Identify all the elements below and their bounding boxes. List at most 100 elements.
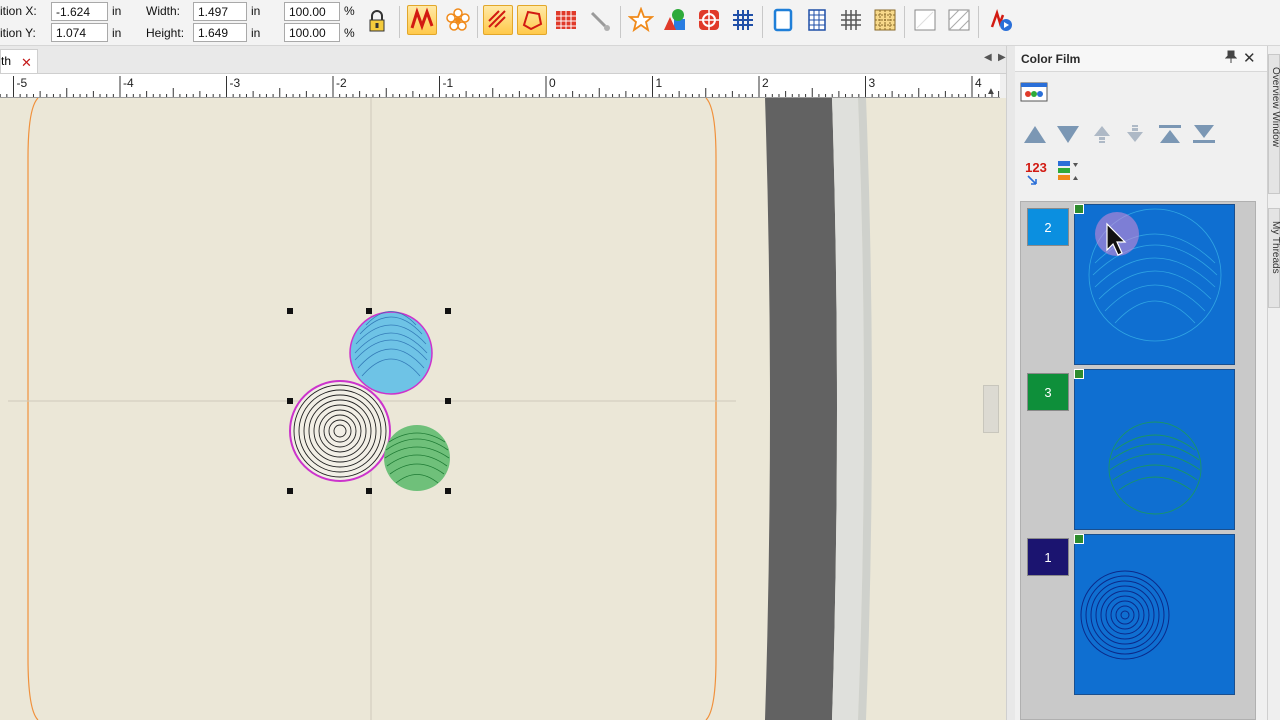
hash-grid-button[interactable] bbox=[836, 5, 866, 35]
toolbar: ition X: in ition Y: in Width: in Height… bbox=[0, 0, 1280, 46]
color-palette-button[interactable] bbox=[1020, 80, 1048, 104]
ruler-label: -5 bbox=[17, 76, 28, 90]
film-item-1[interactable]: 1 bbox=[1021, 534, 1257, 699]
connector-tool-button[interactable] bbox=[585, 5, 615, 35]
scale-width-unit: % bbox=[344, 4, 355, 18]
position-x-field[interactable] bbox=[51, 2, 108, 21]
grid-fill-button[interactable] bbox=[551, 5, 581, 35]
ruler-label: 2 bbox=[762, 76, 769, 90]
ruler-label: -2 bbox=[336, 76, 347, 90]
order-label: 123 bbox=[1025, 160, 1047, 175]
blank-texture-button[interactable] bbox=[910, 5, 940, 35]
position-x-unit: in bbox=[112, 4, 122, 18]
selected-marker-icon bbox=[1074, 369, 1084, 379]
vertical-scrollbar-thumb[interactable] bbox=[983, 385, 999, 433]
side-tab-overview-window[interactable]: Overview Window bbox=[1268, 54, 1280, 194]
close-tab-icon[interactable]: ✕ bbox=[21, 55, 32, 71]
height-field[interactable] bbox=[193, 23, 247, 42]
tab-scroll-right-icon[interactable]: ▶ bbox=[998, 52, 1006, 63]
ruler-label: -1 bbox=[443, 76, 454, 90]
crosshatch-icon bbox=[733, 10, 753, 30]
panel-header: Color Film ✕ bbox=[1015, 46, 1267, 72]
toolbar-separator bbox=[399, 6, 400, 38]
blank-texture-icon bbox=[914, 9, 936, 31]
color-film-panel: Color Film ✕ 123 2 3 1 bbox=[1015, 46, 1267, 720]
width-field[interactable] bbox=[193, 2, 247, 21]
sort-by-color-button[interactable] bbox=[1053, 158, 1083, 188]
film-thumbnail-1 bbox=[1074, 534, 1235, 695]
side-tab-my-threads[interactable]: My Threads bbox=[1268, 208, 1280, 308]
lock-icon bbox=[369, 10, 385, 32]
flower-shape-button[interactable] bbox=[443, 5, 473, 35]
ruler-label: 3 bbox=[869, 76, 876, 90]
scale-height-field[interactable] bbox=[284, 23, 340, 42]
scale-width-field[interactable] bbox=[284, 2, 340, 21]
panel-splitter[interactable] bbox=[1006, 46, 1015, 720]
move-down-small-button[interactable] bbox=[1121, 120, 1149, 148]
color-palette-icon bbox=[1020, 82, 1048, 102]
green-embroidery-circle[interactable] bbox=[384, 425, 450, 491]
position-y-field[interactable] bbox=[51, 23, 108, 42]
shapes-button[interactable] bbox=[660, 5, 690, 35]
diagonal-texture-button[interactable] bbox=[944, 5, 974, 35]
close-panel-icon[interactable]: ✕ bbox=[1243, 49, 1256, 67]
move-down-button[interactable] bbox=[1053, 120, 1083, 148]
horizontal-ruler: -5 -4 -3 -2 -1 0 1 2 3 4 bbox=[0, 74, 1000, 98]
frame-button[interactable] bbox=[768, 5, 798, 35]
grid-small-icon bbox=[808, 9, 826, 31]
design-canvas[interactable] bbox=[0, 98, 1006, 720]
quilt-block-button[interactable] bbox=[694, 5, 724, 35]
width-unit: in bbox=[251, 4, 261, 18]
pattern-fill-icon bbox=[874, 9, 896, 31]
stitch-player-button[interactable] bbox=[986, 5, 1016, 35]
document-tab-label: th bbox=[1, 54, 12, 68]
side-panel-strip: Overview Window My Threads bbox=[1267, 46, 1280, 720]
canvas-drawing bbox=[8, 98, 872, 720]
color-swatch-2[interactable]: 2 bbox=[1027, 208, 1069, 246]
frame-icon bbox=[773, 8, 793, 32]
blue-embroidery-circle[interactable] bbox=[349, 311, 433, 395]
grid-fill-icon bbox=[556, 11, 576, 29]
grid-small-button[interactable] bbox=[802, 5, 832, 35]
ruler-label: 1 bbox=[656, 76, 663, 90]
triangle-up-icon bbox=[1024, 126, 1046, 143]
stitch-player-icon bbox=[990, 8, 1012, 31]
move-up-small-button[interactable] bbox=[1088, 120, 1116, 148]
film-item-3[interactable]: 3 bbox=[1021, 369, 1257, 534]
hash-grid-icon bbox=[841, 10, 861, 30]
ruler-label: -3 bbox=[230, 76, 241, 90]
toolbar-separator bbox=[762, 6, 763, 38]
selected-marker-icon bbox=[1074, 534, 1084, 544]
black-spiral-circle[interactable] bbox=[289, 380, 391, 482]
toolbar-separator bbox=[477, 6, 478, 38]
lock-proportions-button[interactable] bbox=[363, 7, 391, 35]
shapes-icon bbox=[664, 9, 685, 30]
running-stitch-button[interactable] bbox=[407, 5, 437, 35]
move-to-top-button[interactable] bbox=[1155, 120, 1185, 148]
document-tab[interactable]: th ✕ bbox=[0, 49, 38, 73]
height-label: Height: bbox=[146, 26, 185, 40]
color-swatch-3[interactable]: 3 bbox=[1027, 373, 1069, 411]
green-circle-thumbnail bbox=[1108, 421, 1202, 515]
tab-scroll-left-icon[interactable]: ◀ bbox=[984, 52, 992, 63]
pin-icon[interactable] bbox=[1224, 50, 1238, 67]
flower-icon bbox=[446, 8, 470, 31]
crosshatch-button[interactable] bbox=[728, 5, 758, 35]
arrow-up-small-icon bbox=[1094, 126, 1110, 143]
fill-stitch-button[interactable] bbox=[483, 5, 513, 35]
pattern-fill-button[interactable] bbox=[870, 5, 900, 35]
star-shape-button[interactable] bbox=[626, 5, 656, 35]
ruler-label: -4 bbox=[123, 76, 134, 90]
shape-outline-button[interactable] bbox=[517, 5, 547, 35]
star-icon bbox=[628, 7, 654, 33]
move-up-button[interactable] bbox=[1020, 120, 1050, 148]
color-swatch-1[interactable]: 1 bbox=[1027, 538, 1069, 576]
move-to-bottom-button[interactable] bbox=[1189, 120, 1219, 148]
sort-by-number-button[interactable]: 123 bbox=[1020, 158, 1052, 188]
side-tab-label: My Threads bbox=[1270, 221, 1280, 274]
scroll-up-icon[interactable]: ▲ bbox=[986, 86, 996, 97]
color-film-list[interactable]: 2 3 1 bbox=[1020, 201, 1256, 720]
sort-arrow-icon bbox=[1027, 175, 1037, 185]
arrow-down-small-icon bbox=[1127, 125, 1143, 142]
triangle-down-icon bbox=[1057, 126, 1079, 143]
